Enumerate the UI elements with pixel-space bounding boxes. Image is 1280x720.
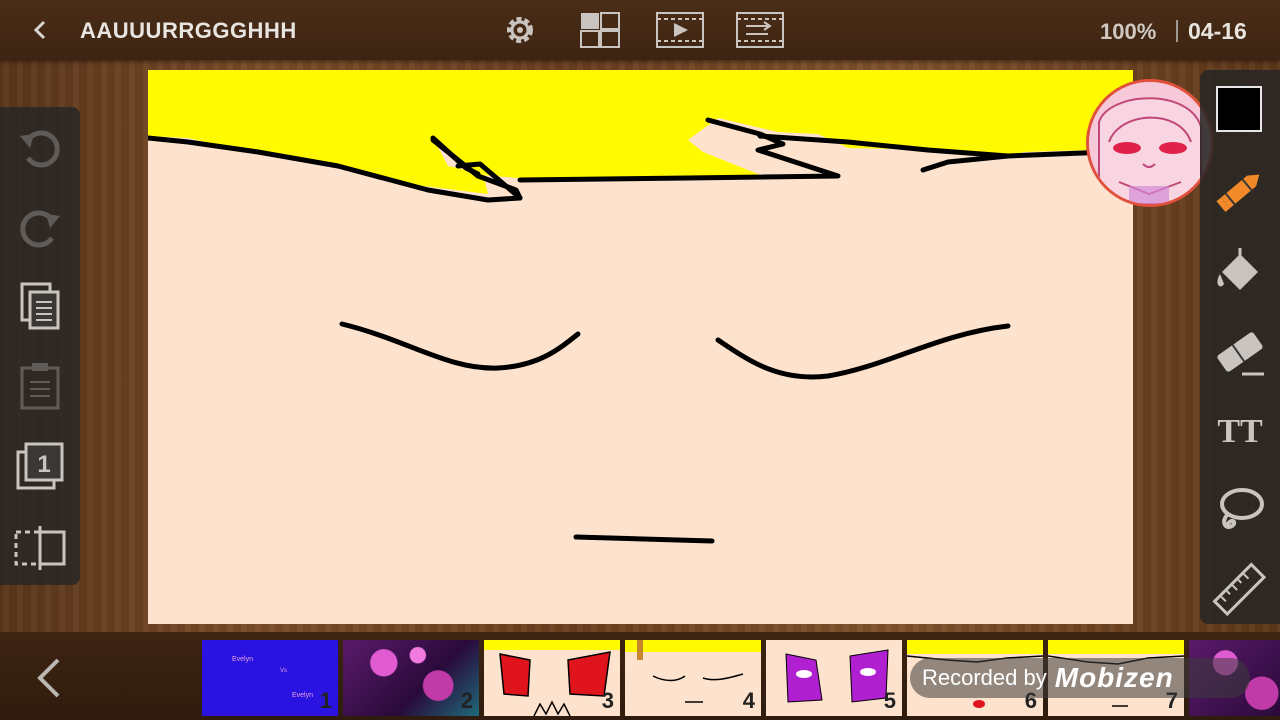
paste-icon[interactable] [14,360,66,412]
frame-number: 1 [319,688,332,713]
frame-export-icon[interactable] [736,12,784,48]
back-icon[interactable] [26,16,54,44]
frame4-art [625,640,761,703]
color-picker-swatch[interactable] [1216,86,1262,132]
hair-fill [148,70,1133,194]
watermark-logo: Mobizen [1054,662,1174,693]
frame-split-icon[interactable] [14,522,66,574]
project-title: AAUUURRGGGHHH [80,18,297,43]
layer-number: 1 [37,451,50,478]
frame-number: 3 [601,688,614,713]
frame-number: 5 [883,688,896,713]
copy-icon[interactable] [14,280,66,332]
timeline-frame-1[interactable]: Evelyn Vs Evelyn 1 [202,640,338,716]
frame-number: 2 [460,688,473,713]
text-icon[interactable]: TT [1212,402,1268,458]
frame1-text-c: Evelyn [292,692,314,699]
layers-grid-icon[interactable] [580,12,620,48]
undo-icon[interactable] [14,122,66,174]
timeline-frame-5[interactable]: 5 [766,640,902,716]
settings-gear-icon[interactable] [500,12,540,48]
redo-icon[interactable] [14,202,66,254]
fill-bucket-icon[interactable] [1212,244,1268,300]
text-tool-label: TT [1217,413,1263,450]
frame-counter[interactable]: 04-16 [1188,18,1247,45]
frame1-text-a: Evelyn [232,656,254,663]
layer-icon[interactable]: 1 [14,440,66,492]
frame-number: 4 [742,688,755,713]
frame3-art [484,640,620,716]
pencil-icon[interactable] [1212,164,1268,220]
watermark-text: Recorded by [922,665,1047,690]
top-bar: AAUUURRGGGHHH 100% 04-16 [0,0,1280,60]
eraser-icon[interactable] [1212,324,1268,380]
frame1-text-b: Vs [280,668,288,674]
timeline-frame-3[interactable]: 3 [484,640,620,716]
recording-watermark: Recorded by Mobizen [910,658,1250,698]
zoom-level[interactable]: 100% [1100,19,1156,45]
timeline-frame-4[interactable]: 4 [625,640,761,716]
timeline-back-icon[interactable] [32,656,68,700]
left-toolbar [0,107,80,585]
ruler-icon[interactable] [1212,562,1268,618]
play-animation-icon[interactable] [656,12,704,48]
timeline-frame-2[interactable]: 2 [343,640,479,716]
separator [1176,20,1178,42]
frame5-art [785,649,889,703]
lasso-icon[interactable] [1212,482,1268,538]
line-art [148,117,1133,544]
canvas-artwork [148,70,1133,544]
drawing-canvas[interactable] [148,70,1133,624]
avatar-illustration [1089,82,1211,204]
user-avatar[interactable] [1086,79,1214,207]
